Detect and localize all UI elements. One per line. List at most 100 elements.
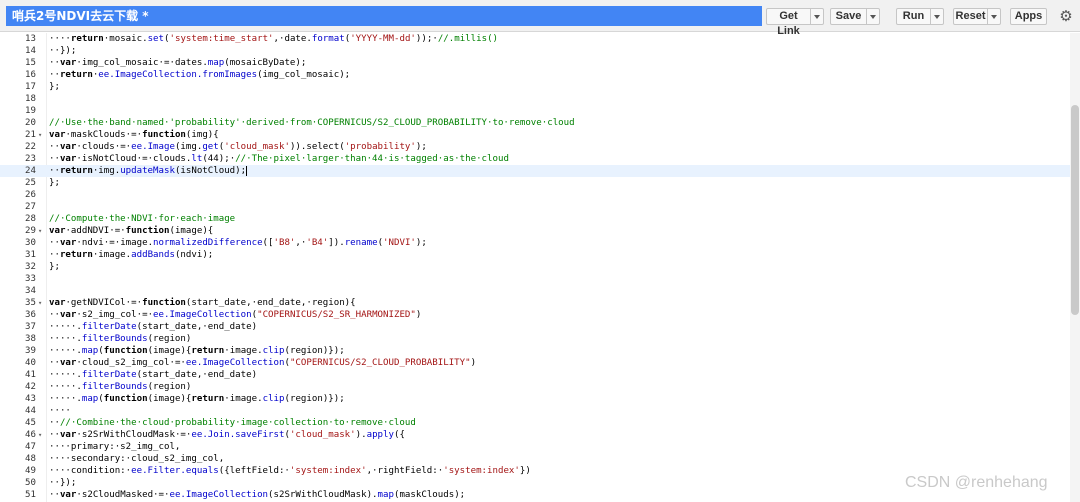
code-text: ··var·s2_img_col·=·ee.ImageCollection("C… — [49, 310, 422, 320]
code-line[interactable]: 33 — [0, 273, 1070, 285]
line-number: 41 — [25, 370, 36, 380]
code-line[interactable]: 18 — [0, 93, 1070, 105]
line-number: 26 — [25, 190, 36, 200]
code-line[interactable]: 43 ·····.map(function(image){return·image… — [0, 393, 1070, 405]
save-button[interactable]: Save — [830, 8, 880, 25]
line-number: 49 — [25, 466, 36, 476]
code-line[interactable]: 24 ··return·img.updateMask(isNotCloud); — [0, 165, 1070, 177]
line-number: 20 — [25, 118, 36, 128]
code-line[interactable]: 19 — [0, 105, 1070, 117]
code-text: var·addNDVI·=·function(image){ — [49, 226, 214, 236]
line-number: 22 — [25, 142, 36, 152]
code-line[interactable]: 27 — [0, 201, 1070, 213]
code-text: ··}); — [49, 478, 77, 488]
script-title-tab[interactable]: 哨兵2号NDVI去云下载 * — [6, 6, 762, 26]
apps-label: Apps — [1014, 10, 1043, 22]
code-text: ·····.filterBounds(region) — [49, 334, 192, 344]
fold-toggle-icon[interactable]: ▾ — [38, 297, 42, 309]
get-link-label: Get Link — [777, 10, 800, 37]
line-number: 29 — [25, 226, 36, 236]
code-text: ····primary:·s2_img_col, — [49, 442, 181, 452]
code-line[interactable]: 38 ·····.filterBounds(region) — [0, 333, 1070, 345]
code-line[interactable]: 29 ▾ var·addNDVI·=·function(image){ — [0, 225, 1070, 237]
run-dropdown-icon[interactable] — [930, 9, 943, 24]
line-number: 39 — [25, 346, 36, 356]
line-number: 47 — [25, 442, 36, 452]
editor-header: 哨兵2号NDVI去云下载 * Get Link Save Run Reset A… — [0, 0, 1080, 37]
code-line[interactable]: 28 //·Compute·the·NDVI·for·each·image — [0, 213, 1070, 225]
gear-icon[interactable]: ⚙ — [1058, 8, 1074, 24]
line-number: 44 — [25, 406, 36, 416]
code-line[interactable]: 40 ··var·cloud_s2_img_col·=·ee.ImageColle… — [0, 357, 1070, 369]
code-text: ·····.filterDate(start_date,·end_date) — [49, 322, 258, 332]
vertical-scrollbar[interactable] — [1070, 33, 1080, 502]
code-line[interactable]: 48 ····secondary:·cloud_s2_img_col, — [0, 453, 1070, 465]
code-line[interactable]: 26 — [0, 189, 1070, 201]
line-number: 31 — [25, 250, 36, 260]
code-line[interactable]: 36 ··var·s2_img_col·=·ee.ImageCollection(… — [0, 309, 1070, 321]
code-line[interactable]: 35 ▾ var·getNDVICol·=·function(start_date,… — [0, 297, 1070, 309]
fold-toggle-icon[interactable]: ▾ — [38, 225, 42, 237]
code-line[interactable]: 37 ·····.filterDate(start_date,·end_date) — [0, 321, 1070, 333]
code-line[interactable]: 31 ··return·image.addBands(ndvi); — [0, 249, 1070, 261]
code-line[interactable]: 39 ·····.map(function(image){return·image… — [0, 345, 1070, 357]
code-line[interactable]: 17}; — [0, 81, 1070, 93]
line-number: 23 — [25, 154, 36, 164]
code-line[interactable]: 23 ··var·isNotCloud·=·clouds.lt(44);·//·T… — [0, 153, 1070, 165]
code-line[interactable]: 47 ····primary:·s2_img_col, — [0, 441, 1070, 453]
code-line[interactable]: 44 ···· — [0, 405, 1070, 417]
fold-toggle-icon[interactable]: ▾ — [38, 429, 42, 441]
code-line[interactable]: 42 ·····.filterBounds(region) — [0, 381, 1070, 393]
code-text: ····return·mosaic.set('system:time_start… — [49, 34, 499, 44]
code-text: ··}); — [49, 46, 77, 56]
code-line[interactable]: 34 — [0, 285, 1070, 297]
code-text: var·getNDVICol·=·function(start_date,·en… — [49, 298, 356, 308]
code-line[interactable]: 13 ····return·mosaic.set('system:time_sta… — [0, 33, 1070, 45]
code-line[interactable]: 46 ▾ ··var·s2SrWithCloudMask·=·ee.Join.sav… — [0, 429, 1070, 441]
fold-toggle-icon[interactable]: ▾ — [38, 129, 42, 141]
run-button[interactable]: Run — [896, 8, 944, 25]
reset-button[interactable]: Reset — [953, 8, 1001, 25]
code-line[interactable]: 21 ▾ var·maskClouds·=·function(img){ — [0, 129, 1070, 141]
get-link-dropdown-icon[interactable] — [810, 9, 823, 24]
get-link-button[interactable]: Get Link — [766, 8, 824, 37]
line-number: 17 — [25, 82, 36, 92]
scrollbar-thumb[interactable] — [1071, 105, 1079, 315]
reset-label: Reset — [955, 10, 986, 22]
line-number: 32 — [25, 262, 36, 272]
code-text: ··var·img_col_mosaic·=·dates.map(mosaicB… — [49, 58, 307, 68]
line-number: 21 — [25, 130, 36, 140]
line-number: 40 — [25, 358, 36, 368]
line-number: 48 — [25, 454, 36, 464]
save-label: Save — [835, 10, 862, 22]
code-line[interactable]: 16 ··return·ee.ImageCollection.fromImages… — [0, 69, 1070, 81]
reset-dropdown-icon[interactable] — [987, 9, 1000, 24]
watermark: CSDN @renhehang — [905, 474, 1048, 491]
apps-button[interactable]: Apps — [1010, 8, 1047, 25]
code-text: ··var·clouds·=·ee.Image(img.get('cloud_m… — [49, 142, 427, 152]
line-number: 33 — [25, 274, 36, 284]
code-line[interactable]: 20 //·Use·the·band·named·'probability'·de… — [0, 117, 1070, 129]
code-line[interactable]: 30 ··var·ndvi·=·image.normalizedDifferenc… — [0, 237, 1070, 249]
code-line[interactable]: 45 ··//·Combine·the·cloud·probability·ima… — [0, 417, 1070, 429]
line-number: 35 — [25, 298, 36, 308]
code-line[interactable]: 32}; — [0, 261, 1070, 273]
code-text: //·Compute·the·NDVI·for·each·image — [49, 214, 236, 224]
save-dropdown-icon[interactable] — [866, 9, 879, 24]
code-text: ·····.map(function(image){return·image.c… — [49, 394, 345, 404]
line-number: 43 — [25, 394, 36, 404]
code-line[interactable]: 22 ··var·clouds·=·ee.Image(img.get('cloud… — [0, 141, 1070, 153]
code-text: //·Use·the·band·named·'probability'·deri… — [49, 118, 575, 128]
code-text: }; — [49, 178, 60, 188]
code-line[interactable]: 14 ··}); — [0, 45, 1070, 57]
code-text: }; — [49, 82, 60, 92]
code-line[interactable]: 25}; — [0, 177, 1070, 189]
line-number: 46 — [25, 430, 36, 440]
code-editor[interactable]: 13 ····return·mosaic.set('system:time_sta… — [0, 33, 1080, 502]
code-line[interactable]: 41 ·····.filterDate(start_date,·end_date) — [0, 369, 1070, 381]
line-number: 45 — [25, 418, 36, 428]
code-text: ··var·ndvi·=·image.normalizedDifference(… — [49, 238, 427, 248]
code-line[interactable]: 15 ··var·img_col_mosaic·=·dates.map(mosai… — [0, 57, 1070, 69]
line-number: 16 — [25, 70, 36, 80]
code-text: ·····.filterDate(start_date,·end_date) — [49, 370, 258, 380]
